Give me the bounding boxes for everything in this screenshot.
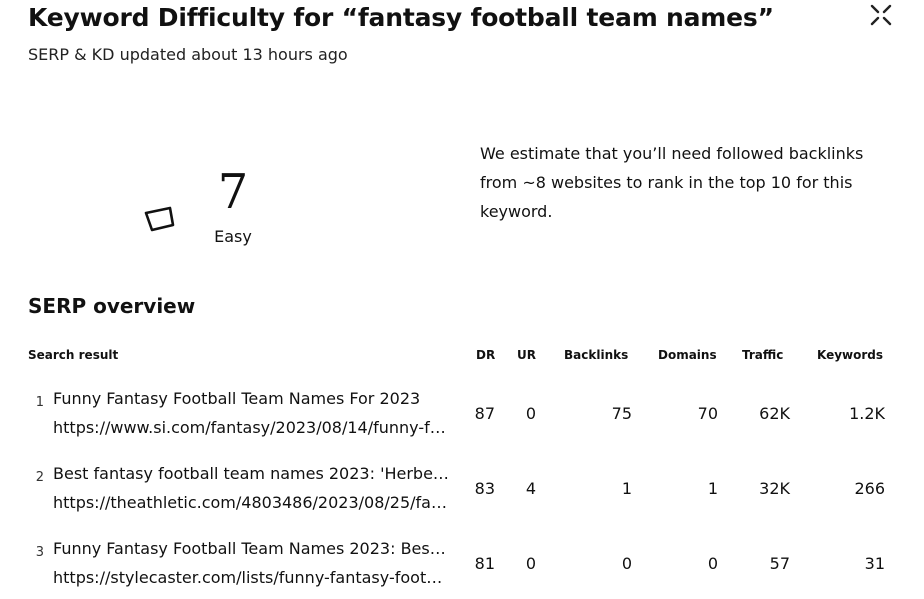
result-dr: 87 — [474, 404, 495, 423]
result-rank: 1 — [35, 395, 44, 410]
serp-row: 3 Funny Fantasy Football Team Names 2023… — [0, 535, 924, 599]
close-icon[interactable] — [868, 2, 894, 28]
column-domains[interactable]: Domains — [658, 348, 717, 362]
column-keywords[interactable]: Keywords — [817, 348, 883, 362]
column-ur[interactable]: UR — [517, 348, 536, 362]
result-dr: 81 — [474, 554, 495, 573]
column-search-result[interactable]: Search result — [28, 348, 118, 362]
result-keywords[interactable]: 1.2K — [800, 404, 885, 423]
result-url-link[interactable]: https://www.si.com/fantasy/2023/08/14/fu… — [53, 418, 451, 437]
result-traffic: 32K — [759, 479, 790, 498]
result-url-link[interactable]: https://theathletic.com/4803486/2023/08/… — [53, 493, 451, 512]
column-traffic[interactable]: Traffic — [742, 348, 783, 362]
result-backlinks[interactable]: 75 — [560, 404, 632, 423]
serp-row: 2 Best fantasy football team names 2023:… — [0, 460, 924, 532]
backlinks-estimate: We estimate that you’ll need followed ba… — [480, 144, 864, 221]
result-rank: 2 — [35, 470, 44, 485]
keyword-difficulty-label: Easy — [214, 227, 252, 246]
result-backlinks[interactable]: 0 — [560, 554, 632, 573]
result-title-link[interactable]: Funny Fantasy Football Team Names 2023: … — [53, 539, 451, 558]
result-url-link[interactable]: https://stylecaster.com/lists/funny-fant… — [53, 568, 451, 587]
result-traffic: 57 — [769, 554, 790, 573]
difficulty-gauge-icon — [144, 206, 175, 232]
result-domains[interactable]: 70 — [650, 404, 718, 423]
result-backlinks[interactable]: 1 — [560, 479, 632, 498]
result-ur: 4 — [525, 479, 536, 498]
result-rank: 3 — [35, 545, 44, 560]
result-title-link[interactable]: Funny Fantasy Football Team Names For 20… — [53, 389, 451, 408]
result-keywords[interactable]: 31 — [800, 554, 885, 573]
serp-row: 1 Funny Fantasy Football Team Names For … — [0, 385, 924, 457]
dialog-title: Keyword Difficulty for “fantasy football… — [28, 3, 774, 32]
serp-overview-heading: SERP overview — [28, 294, 196, 318]
result-ur: 0 — [525, 554, 536, 573]
update-status: SERP & KD updated about 13 hours ago — [28, 45, 348, 64]
result-domains[interactable]: 0 — [650, 554, 718, 573]
result-traffic: 62K — [759, 404, 790, 423]
keyword-difficulty-score: 7 — [217, 164, 249, 220]
column-backlinks[interactable]: Backlinks — [564, 348, 628, 362]
result-title-link[interactable]: Best fantasy football team names 2023: '… — [53, 464, 451, 483]
result-keywords[interactable]: 266 — [800, 479, 885, 498]
result-ur: 0 — [525, 404, 536, 423]
result-domains[interactable]: 1 — [650, 479, 718, 498]
result-dr: 83 — [474, 479, 495, 498]
column-dr[interactable]: DR — [476, 348, 495, 362]
